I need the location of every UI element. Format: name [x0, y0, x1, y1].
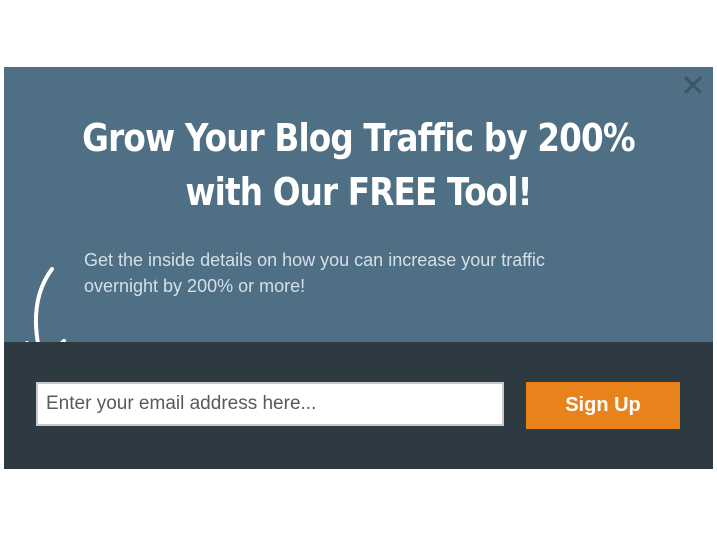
popup-title: Grow Your Blog Traffic by 200% with Our … [82, 116, 636, 214]
signup-popup: Grow Your Blog Traffic by 200% with Our … [4, 67, 713, 469]
close-button[interactable] [681, 73, 705, 97]
close-icon[interactable] [681, 73, 705, 97]
email-input[interactable] [36, 382, 504, 426]
signup-form-band: Sign Up [4, 342, 713, 469]
sign-up-button[interactable]: Sign Up [526, 382, 680, 429]
popup-subtitle: Get the inside details on how you can in… [84, 250, 545, 296]
